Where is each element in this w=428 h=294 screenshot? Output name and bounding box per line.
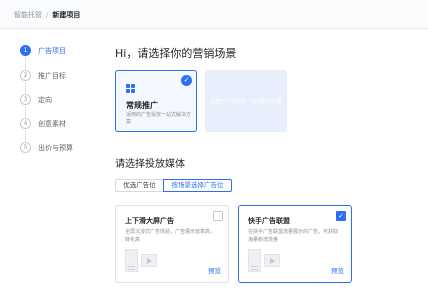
tab-preferred-placement[interactable]: 优选广告位 — [115, 179, 164, 192]
step-label: 创意素材 — [38, 120, 66, 128]
breadcrumb-separator: / — [46, 11, 49, 19]
scene-card-placeholder[interactable]: 适用于广告投放·一站式解决方案 — [205, 70, 287, 132]
step-label: 定向 — [38, 96, 52, 104]
media-card-title: 快手广告联盟 — [248, 217, 290, 225]
media-card-fullscreen[interactable]: 上下滑大屏广告 全屏沉浸式广告体验，广告展示效率高，转化高 预览 — [115, 205, 229, 283]
preview-link[interactable]: 预览 — [331, 265, 344, 275]
tab-scene-placement[interactable]: 按场景选择广告位 — [163, 179, 232, 192]
media-card-title: 上下滑大屏广告 — [125, 217, 174, 225]
step-label: 出价与预算 — [38, 144, 73, 152]
check-icon: ✓ — [181, 75, 192, 86]
step-number: 1 — [20, 45, 31, 56]
scene-card-standard[interactable]: ✓ 常规推广 适用的广告投放一站式解决方案 — [115, 70, 197, 132]
step-connector — [25, 82, 26, 94]
media-heading: 请选择投放媒体 — [115, 159, 185, 170]
scene-card-placeholder-text: 适用于广告投放·一站式解决方案 — [210, 99, 282, 105]
video-thumbnail-icon — [141, 254, 157, 267]
scene-heading: Hi，请选择你的营销场景 — [115, 47, 237, 60]
scene-card-title: 常规推广 — [126, 101, 158, 110]
step-label: 推广目标 — [38, 72, 66, 80]
step-number: 3 — [20, 94, 31, 105]
phone-thumbnail-icon — [248, 249, 261, 272]
top-bar: 智能托管 / 新建项目 — [0, 0, 428, 29]
step-number: 2 — [20, 70, 31, 81]
step-number: 5 — [20, 142, 31, 153]
step-connector — [25, 106, 26, 118]
media-checkbox[interactable] — [213, 211, 223, 221]
grid-icon — [126, 84, 135, 93]
video-thumbnail-icon — [264, 254, 280, 267]
media-card-desc: 在快手广告联盟流量展示的广告，可获取海量新增流量 — [248, 229, 339, 243]
preview-link[interactable]: 预览 — [208, 265, 221, 275]
media-card-desc: 全屏沉浸式广告体验，广告展示效率高，转化高 — [125, 229, 216, 243]
breadcrumb: 智能托管 / 新建项目 — [14, 10, 80, 20]
step-connector — [25, 57, 26, 70]
breadcrumb-current: 新建项目 — [52, 11, 81, 19]
media-checkbox-checked[interactable]: ✓ — [336, 211, 346, 221]
media-card-union[interactable]: ✓ 快手广告联盟 在快手广告联盟流量展示的广告，可获取海量新增流量 预览 — [238, 205, 352, 283]
breadcrumb-root[interactable]: 智能托管 — [14, 11, 42, 19]
step-number: 4 — [20, 118, 31, 129]
step-connector — [25, 130, 26, 142]
phone-thumbnail-icon — [125, 249, 138, 272]
step-label: 广告项目 — [38, 47, 66, 55]
scene-card-desc: 适用的广告投放一站式解决方案 — [126, 112, 192, 125]
